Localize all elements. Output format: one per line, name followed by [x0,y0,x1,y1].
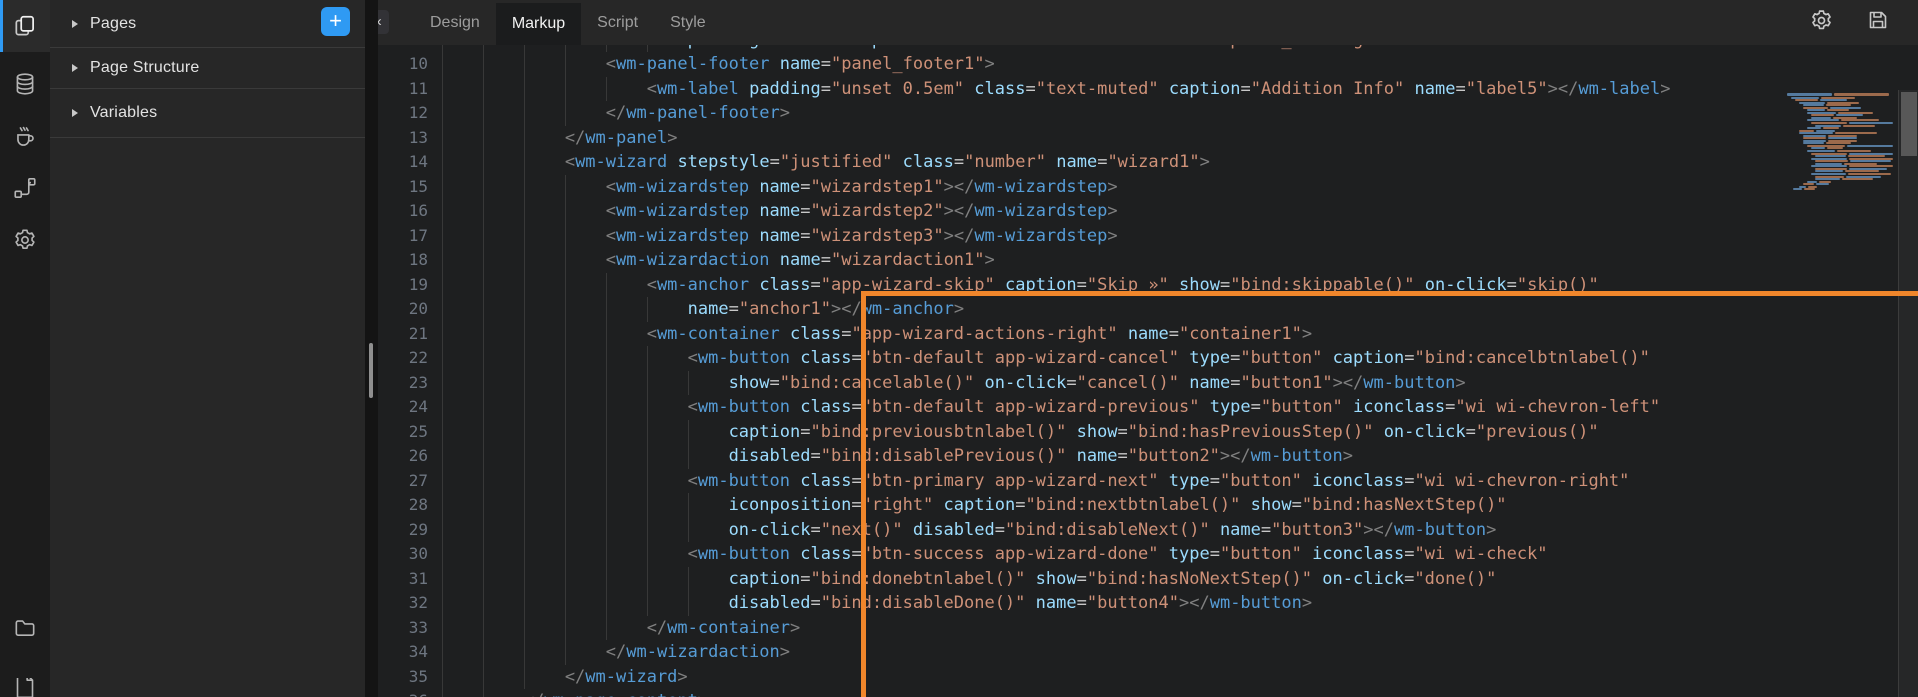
panel-section-label: Page Structure [90,59,200,77]
activity-bar [0,0,50,697]
code-line-12: 12</wm-panel-footer> [378,101,1918,126]
chevron-right-icon [72,109,78,117]
code-line-13: 13</wm-panel> [378,126,1918,151]
code-line-9: 9padding="unset" caption="Addition Infor… [378,45,1918,52]
activity-item-pages[interactable] [0,0,50,52]
code-line-27: 27<wm-button class="btn-primary app-wiza… [378,469,1918,494]
activity-item-settings[interactable] [0,214,50,266]
code-line-36: 36</wm-page-content> [378,689,1918,697]
code-line-30: 30<wm-button class="btn-success app-wiza… [378,542,1918,567]
ide-window: { "activity_bar": { "icons": ["pages-ico… [0,0,1918,697]
editor-tab-bar: « Design Markup Script Style [378,0,1918,45]
panel-section-pages[interactable]: Pages + [50,0,365,48]
editor-pane: « Design Markup Script Style 9padding="u… [378,0,1918,697]
settings-gear-icon[interactable] [1809,8,1834,38]
panel-section-label: Variables [90,104,157,122]
panel-section-page-structure[interactable]: Page Structure [50,48,365,89]
panel-section-variables[interactable]: Variables [50,89,365,138]
code-line-34: 34</wm-wizardaction> [378,640,1918,665]
code-line-14: 14<wm-wizard stepstyle="justified" class… [378,150,1918,175]
code-line-11: 11<wm-label padding="unset 0.5em" class=… [378,77,1918,102]
code-line-19: 19<wm-anchor class="app-wizard-skip" cap… [378,273,1918,298]
code-line-24: 24<wm-button class="btn-default app-wiza… [378,395,1918,420]
chevron-right-icon [72,64,78,72]
code-line-21: 21<wm-container class="app-wizard-action… [378,322,1918,347]
database-icon [12,71,38,97]
folder-icon [12,615,38,646]
tab-design[interactable]: Design [414,0,496,45]
code-line-10: 10<wm-panel-footer name="panel_footer1"> [378,52,1918,77]
minimap[interactable] [1787,93,1895,191]
code-lines: 9padding="unset" caption="Addition Infor… [378,45,1918,697]
code-line-17: 17<wm-wizardstep name="wizardstep3"></wm… [378,224,1918,249]
chevron-right-icon [72,20,78,28]
code-line-28: 28iconposition="right" caption="bind:nex… [378,493,1918,518]
code-line-15: 15<wm-wizardstep name="wizardstep1"></wm… [378,175,1918,200]
tab-markup[interactable]: Markup [496,3,581,45]
code-line-23: 23show="bind:cancelable()" on-click="can… [378,371,1918,396]
markup-code-editor[interactable]: 9padding="unset" caption="Addition Infor… [378,45,1918,697]
code-line-29: 29on-click="next()" disabled="bind:disab… [378,518,1918,543]
pages-panel: Pages + Page Structure Variables [50,0,365,697]
code-line-33: 33</wm-container> [378,616,1918,641]
java-coffee-icon [12,123,38,149]
activity-item-java-services[interactable] [0,110,50,162]
activity-item-apis[interactable] [0,162,50,214]
panel-section-label: Pages [90,15,136,33]
save-icon[interactable] [1866,8,1890,38]
panel-scrollbar-thumb[interactable] [369,343,373,398]
code-line-18: 18<wm-wizardaction name="wizardaction1"> [378,248,1918,273]
code-line-32: 32disabled="bind:disableDone()" name="bu… [378,591,1918,616]
code-line-31: 31caption="bind:donebtnlabel()" show="bi… [378,567,1918,592]
add-page-button[interactable]: + [321,7,350,36]
tab-style[interactable]: Style [654,0,722,45]
activity-item-database[interactable] [0,58,50,110]
code-line-35: 35</wm-wizard> [378,665,1918,690]
panel-editor-divider [365,0,378,697]
code-line-25: 25caption="bind:previousbtnlabel()" show… [378,420,1918,445]
code-line-26: 26disabled="bind:disablePrevious()" name… [378,444,1918,469]
api-connector-icon [12,175,38,201]
code-line-16: 16<wm-wizardstep name="wizardstep2"></wm… [378,199,1918,224]
pages-icon [12,13,38,39]
activity-item-files[interactable] [0,604,50,656]
code-line-22: 22<wm-button class="btn-default app-wiza… [378,346,1918,371]
editor-scrollbar-thumb[interactable] [1901,92,1917,156]
file-partial-icon [12,678,38,697]
editor-scrollbar[interactable] [1898,90,1918,697]
activity-item-file-partial[interactable] [0,678,50,697]
tab-script[interactable]: Script [581,0,654,45]
settings-icon [12,227,38,253]
code-line-20: 20name="anchor1"></wm-anchor> [378,297,1918,322]
